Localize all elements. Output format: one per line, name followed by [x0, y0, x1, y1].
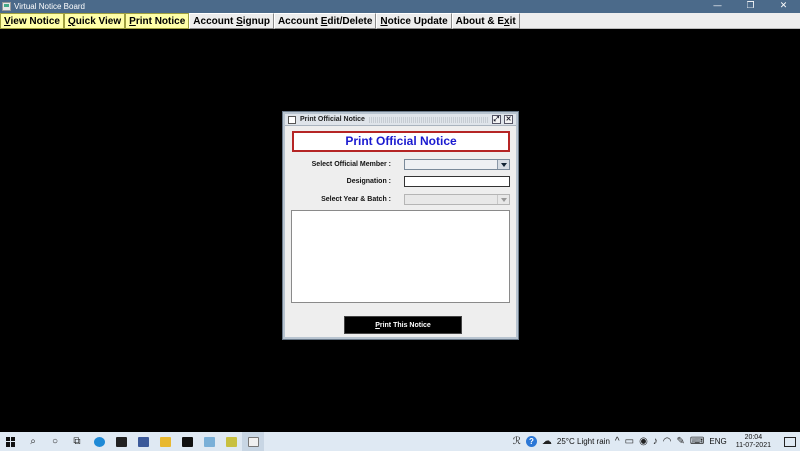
- window-title: Virtual Notice Board: [14, 2, 85, 11]
- weather-text[interactable]: 25°C Light rain: [557, 437, 610, 446]
- app-icon: [2, 2, 11, 11]
- system-tray: ℛ ? ☁ 25°C Light rain ^ ▭ ◉ ♪ ◠ ✎ ⌨ ENG …: [513, 434, 800, 450]
- restore-button[interactable]: ❐: [734, 0, 767, 13]
- menu-label-post: ignup: [242, 16, 270, 27]
- wifi-icon[interactable]: ◠: [663, 436, 672, 447]
- print-label: rint This Notice: [379, 322, 431, 329]
- cmd-icon[interactable]: [176, 432, 198, 451]
- editor-icon[interactable]: [220, 432, 242, 451]
- task-view-icon[interactable]: ⧉: [66, 432, 88, 451]
- minimize-button[interactable]: —: [701, 0, 734, 13]
- menu-mnemonic: Q: [67, 16, 76, 27]
- menu-view-notice[interactable]: View Notice: [0, 13, 64, 29]
- official-member-select[interactable]: [404, 159, 510, 170]
- chevron-down-icon[interactable]: [497, 160, 509, 169]
- windows-icon: [6, 436, 16, 447]
- designation-row: Designation :: [285, 176, 516, 188]
- pen-icon[interactable]: ✎: [677, 436, 685, 447]
- year-batch-row: Select Year & Batch :: [285, 194, 516, 206]
- dialog-titlebar[interactable]: Print Official Notice ⤢ ✕: [285, 114, 516, 126]
- weather-icon: ☁: [541, 435, 552, 447]
- clock-time: 20:04: [744, 433, 763, 441]
- menu-quick-view[interactable]: Quick View: [63, 13, 126, 29]
- notice-text-area[interactable]: [291, 210, 510, 303]
- member-row: Select Official Member :: [285, 159, 516, 171]
- menu-mnemonic: P: [129, 16, 136, 27]
- notepad-icon[interactable]: [198, 432, 220, 451]
- terminal-icon[interactable]: [110, 432, 132, 451]
- taskbar: ⌕ ○ ⧉ ℛ ? ☁ 25°C Light rain ^ ▭ ◉ ♪ ◠ ✎ …: [0, 432, 800, 451]
- designation-label: Designation :: [346, 178, 391, 185]
- tray-caret-icon[interactable]: ^: [615, 436, 620, 447]
- start-button[interactable]: [0, 432, 22, 451]
- titlebar-grip: [368, 116, 488, 123]
- language-indicator[interactable]: ENG: [709, 437, 726, 446]
- desktop-screen: Virtual Notice Board — ❐ ✕ View Notice Q…: [0, 0, 800, 451]
- menu-print-notice[interactable]: Print Notice: [125, 13, 190, 29]
- menu-label-post: uick View: [75, 16, 122, 27]
- menu-bar: View Notice Quick View Print Notice Acco…: [0, 13, 800, 29]
- battery-icon[interactable]: ▭: [625, 436, 634, 447]
- menu-label-pre: About & E: [455, 16, 504, 27]
- menu-mnemonic: S: [236, 16, 243, 27]
- menu-label-post: iew Notice: [10, 16, 60, 27]
- member-label: Select Official Member :: [311, 161, 391, 168]
- print-notice-button[interactable]: Print This Notice: [344, 316, 462, 334]
- menu-label-post: dit/Delete: [327, 16, 373, 27]
- notification-icon[interactable]: [784, 436, 796, 447]
- menu-label-post: otice Update: [387, 16, 448, 27]
- menu-notice-update[interactable]: Notice Update: [376, 13, 452, 29]
- window-titlebar[interactable]: Virtual Notice Board — ❐ ✕: [0, 0, 800, 13]
- year-batch-select[interactable]: [404, 194, 510, 205]
- app-icon-blue[interactable]: [132, 432, 154, 451]
- volume-icon[interactable]: ♪: [653, 436, 658, 447]
- menu-label-post: it: [509, 16, 516, 27]
- people-icon[interactable]: ℛ: [513, 436, 521, 447]
- search-icon[interactable]: ⌕: [22, 432, 44, 451]
- help-icon[interactable]: ?: [525, 436, 537, 447]
- clock-date: 11-07-2021: [735, 441, 771, 449]
- menu-label-pre: Account: [277, 16, 321, 27]
- year-batch-label: Select Year & Batch :: [321, 196, 391, 203]
- dialog-heading: Print Official Notice: [292, 131, 510, 152]
- edge-icon[interactable]: [88, 432, 110, 451]
- designation-field[interactable]: [404, 176, 510, 187]
- menu-account-signup[interactable]: Account Signup: [189, 13, 274, 29]
- menu-label-post: rint Notice: [135, 16, 186, 27]
- close-button[interactable]: ✕: [767, 0, 800, 13]
- print-notice-dialog: Print Official Notice ⤢ ✕ Print Official…: [283, 112, 518, 339]
- menu-about-exit[interactable]: About & Exit: [451, 13, 520, 29]
- maximize-icon[interactable]: ⤢: [492, 115, 501, 124]
- frame-icon: [288, 115, 296, 124]
- close-icon[interactable]: ✕: [504, 115, 513, 124]
- file-explorer-icon[interactable]: [154, 432, 176, 451]
- chevron-down-icon[interactable]: [497, 195, 509, 204]
- network-icon[interactable]: ◉: [639, 436, 648, 447]
- dialog-title: Print Official Notice: [300, 116, 365, 123]
- clock[interactable]: 20:04 11-07-2021: [736, 434, 771, 450]
- menu-mnemonic: N: [380, 16, 388, 27]
- cortana-icon[interactable]: ○: [44, 432, 66, 451]
- keyboard-icon[interactable]: ⌨: [690, 436, 704, 447]
- menu-label-pre: Account: [193, 16, 237, 27]
- menu-account-edit-delete[interactable]: Account Edit/Delete: [273, 13, 377, 29]
- java-app-icon[interactable]: [242, 432, 264, 451]
